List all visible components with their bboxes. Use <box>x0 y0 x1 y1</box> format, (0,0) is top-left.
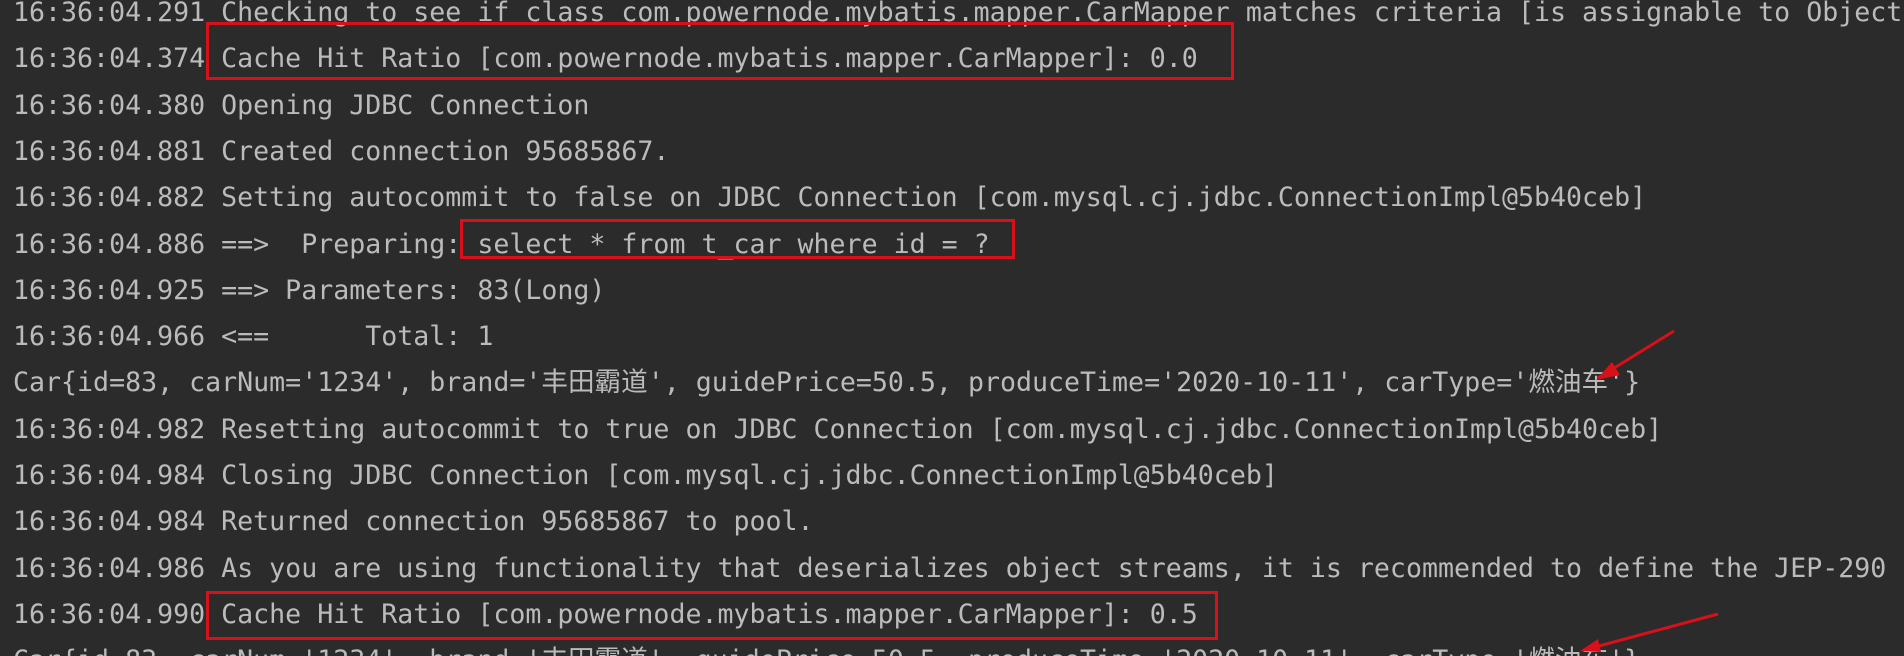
console-output[interactable]: 16:36:04.291 Checking to see if class co… <box>0 0 1904 656</box>
arrow-icon <box>1580 612 1719 652</box>
arrow-icon <box>1596 329 1675 380</box>
annotation-arrows <box>1580 329 1719 652</box>
